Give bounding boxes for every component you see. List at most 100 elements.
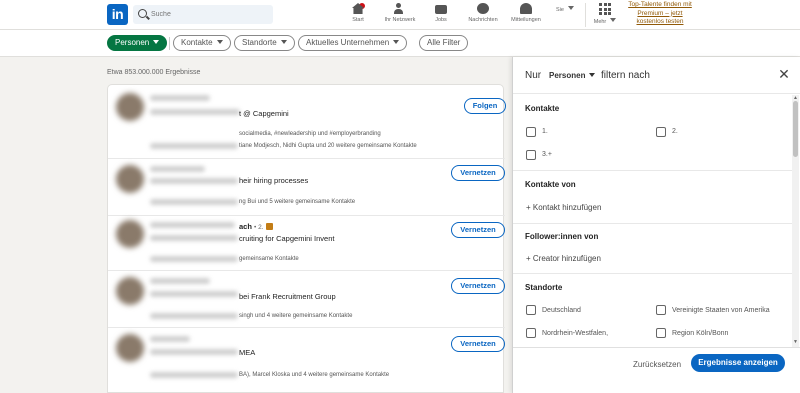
result-connections: singh und 4 weitere gemeinsame Kontakte: [239, 313, 353, 319]
nav-start[interactable]: Start: [345, 3, 371, 28]
nav-network[interactable]: Ihr Netzwerk: [378, 3, 422, 28]
nav-messages-label: Nachrichten: [468, 17, 498, 23]
result-headline: cruiting for Capgemini Invent: [239, 234, 335, 243]
scroll-down-icon[interactable]: ▼: [793, 340, 798, 345]
chevron-down-icon: [589, 73, 596, 77]
linkedin-badge-icon: [265, 223, 273, 230]
list-item[interactable]: bei Frank Recruitment Group singh und 4 …: [108, 271, 505, 328]
nav-me-label: Sie: [553, 6, 577, 13]
checkbox-label: Region Köln/Bonn: [672, 330, 729, 337]
connect-button[interactable]: Vernetzen: [451, 336, 505, 352]
nav-notifications-label: Mitteilungen: [511, 17, 541, 23]
result-headline: heir hiring processes: [239, 176, 309, 185]
premium-link[interactable]: Top-Talente finden mit Premium – jetzt k…: [624, 1, 696, 27]
filter-personen[interactable]: Personen: [107, 35, 168, 51]
nav-messages[interactable]: Nachrichten: [464, 3, 502, 28]
checkbox-label: 2.: [672, 128, 678, 135]
grid-icon: [599, 3, 611, 15]
avatar: [116, 220, 144, 248]
checkbox-label: Deutschland: [542, 307, 581, 314]
nav-notifications[interactable]: Mitteilungen: [505, 3, 547, 28]
section-follower-title: Follower:innen von: [525, 232, 599, 241]
checkbox-koeln-bonn[interactable]: [656, 328, 666, 338]
checkbox-label: 1.: [542, 128, 548, 135]
chevron-down-icon: [393, 40, 400, 44]
results-count: Etwa 853.000.000 Ergebnisse: [107, 69, 201, 76]
reset-button[interactable]: Zurücksetzen: [633, 360, 681, 369]
panel-header: Nur Personen filtern nach ✕: [513, 57, 800, 94]
scrollbar-thumb[interactable]: [793, 101, 798, 157]
nav-start-label: Start: [352, 17, 364, 23]
type-select[interactable]: Personen: [549, 71, 596, 80]
search-bar[interactable]: [133, 5, 273, 24]
result-connections: ng Bui und 5 weitere gemeinsame Kontakte: [239, 199, 356, 205]
connect-button[interactable]: Vernetzen: [451, 222, 505, 238]
people-icon: [394, 3, 406, 14]
list-item[interactable]: ach • 2. cruiting for Capgemini Invent g…: [108, 216, 505, 271]
checkbox-label: 3.+: [542, 151, 552, 158]
nav-jobs-label: Jobs: [435, 17, 447, 23]
list-item[interactable]: MEA BA), Marcel Kloska und 4 weitere gem…: [108, 328, 505, 393]
search-icon: [138, 9, 147, 18]
all-filters-panel: Nur Personen filtern nach ✕ Kontakte 1. …: [512, 57, 800, 393]
result-headline: bei Frank Recruitment Group: [239, 292, 336, 301]
result-connections: tiane Modjesch, Nidhi Gupta und 20 weite…: [239, 143, 417, 149]
nav-divider: [585, 3, 586, 27]
follow-button[interactable]: Folgen: [464, 98, 506, 114]
divider: [513, 223, 793, 224]
result-headline: t @ Capgemini: [239, 109, 289, 118]
panel-title-prefix: Nur: [525, 70, 542, 81]
filter-unternehmen[interactable]: Aktuelles Unternehmen: [298, 35, 408, 51]
panel-footer: Zurücksetzen Ergebnisse anzeigen: [513, 347, 800, 393]
add-creator-link[interactable]: + Creator hinzufügen: [526, 254, 601, 263]
filter-bar: Personen Kontakte Standorte Aktuelles Un…: [0, 30, 800, 57]
section-standorte-title: Standorte: [525, 283, 563, 292]
checkbox-label: Nordrhein-Westfalen,: [542, 330, 609, 337]
results-list: t @ Capgemini socialmedia, #newleadershi…: [107, 84, 506, 393]
panel-title-suffix: filtern nach: [601, 70, 650, 81]
checkbox-label: Vereinigte Staaten von Amerika: [672, 307, 770, 314]
nav-jobs[interactable]: Jobs: [428, 3, 454, 28]
chevron-down-icon: [280, 40, 287, 44]
filter-separator: [169, 37, 170, 50]
nav-more-label: Mehr: [592, 18, 618, 25]
connect-button[interactable]: Vernetzen: [451, 278, 505, 294]
home-icon: [352, 3, 364, 14]
filter-alle[interactable]: Alle Filter: [419, 35, 469, 51]
nav-more[interactable]: Mehr: [592, 3, 618, 28]
nav-me[interactable]: Sie: [553, 3, 577, 28]
add-contact-link[interactable]: + Kontakt hinzufügen: [526, 203, 601, 212]
close-icon[interactable]: ✕: [777, 67, 791, 81]
show-results-button[interactable]: Ergebnisse anzeigen: [691, 354, 785, 372]
checkbox-deutschland[interactable]: [526, 305, 536, 315]
checkbox-3rd[interactable]: [526, 150, 536, 160]
checkbox-nrw[interactable]: [526, 328, 536, 338]
checkbox-usa[interactable]: [656, 305, 666, 315]
list-item[interactable]: heir hiring processes ng Bui und 5 weite…: [108, 159, 505, 216]
filter-kontakte[interactable]: Kontakte: [173, 35, 231, 51]
section-kontakte-title: Kontakte: [525, 104, 560, 113]
section-kontakte-von-title: Kontakte von: [525, 180, 576, 189]
divider: [513, 170, 793, 171]
checkbox-2nd[interactable]: [656, 127, 666, 137]
linkedin-logo[interactable]: in: [107, 4, 128, 25]
avatar: [116, 334, 144, 362]
divider: [513, 273, 793, 274]
result-connections: gemeinsame Kontakte: [239, 256, 299, 262]
result-connections: BA), Marcel Kloska und 4 weitere gemeins…: [239, 372, 390, 378]
list-item[interactable]: t @ Capgemini socialmedia, #newleadershi…: [108, 85, 506, 159]
chevron-down-icon: [153, 40, 160, 44]
result-headline: MEA: [239, 348, 256, 357]
chevron-down-icon: [216, 40, 223, 44]
avatar: [116, 165, 144, 193]
message-icon: [477, 3, 489, 14]
connect-button[interactable]: Vernetzen: [451, 165, 505, 181]
filter-standorte[interactable]: Standorte: [234, 35, 295, 51]
search-input[interactable]: [151, 7, 266, 22]
checkbox-1st[interactable]: [526, 127, 536, 137]
top-navigation: in Start Ihr Netzwerk Jobs Nachrichten M…: [0, 0, 800, 30]
result-name[interactable]: ach • 2.: [239, 222, 273, 231]
briefcase-icon: [435, 5, 447, 14]
avatar: [116, 93, 144, 121]
avatar: [116, 277, 144, 305]
